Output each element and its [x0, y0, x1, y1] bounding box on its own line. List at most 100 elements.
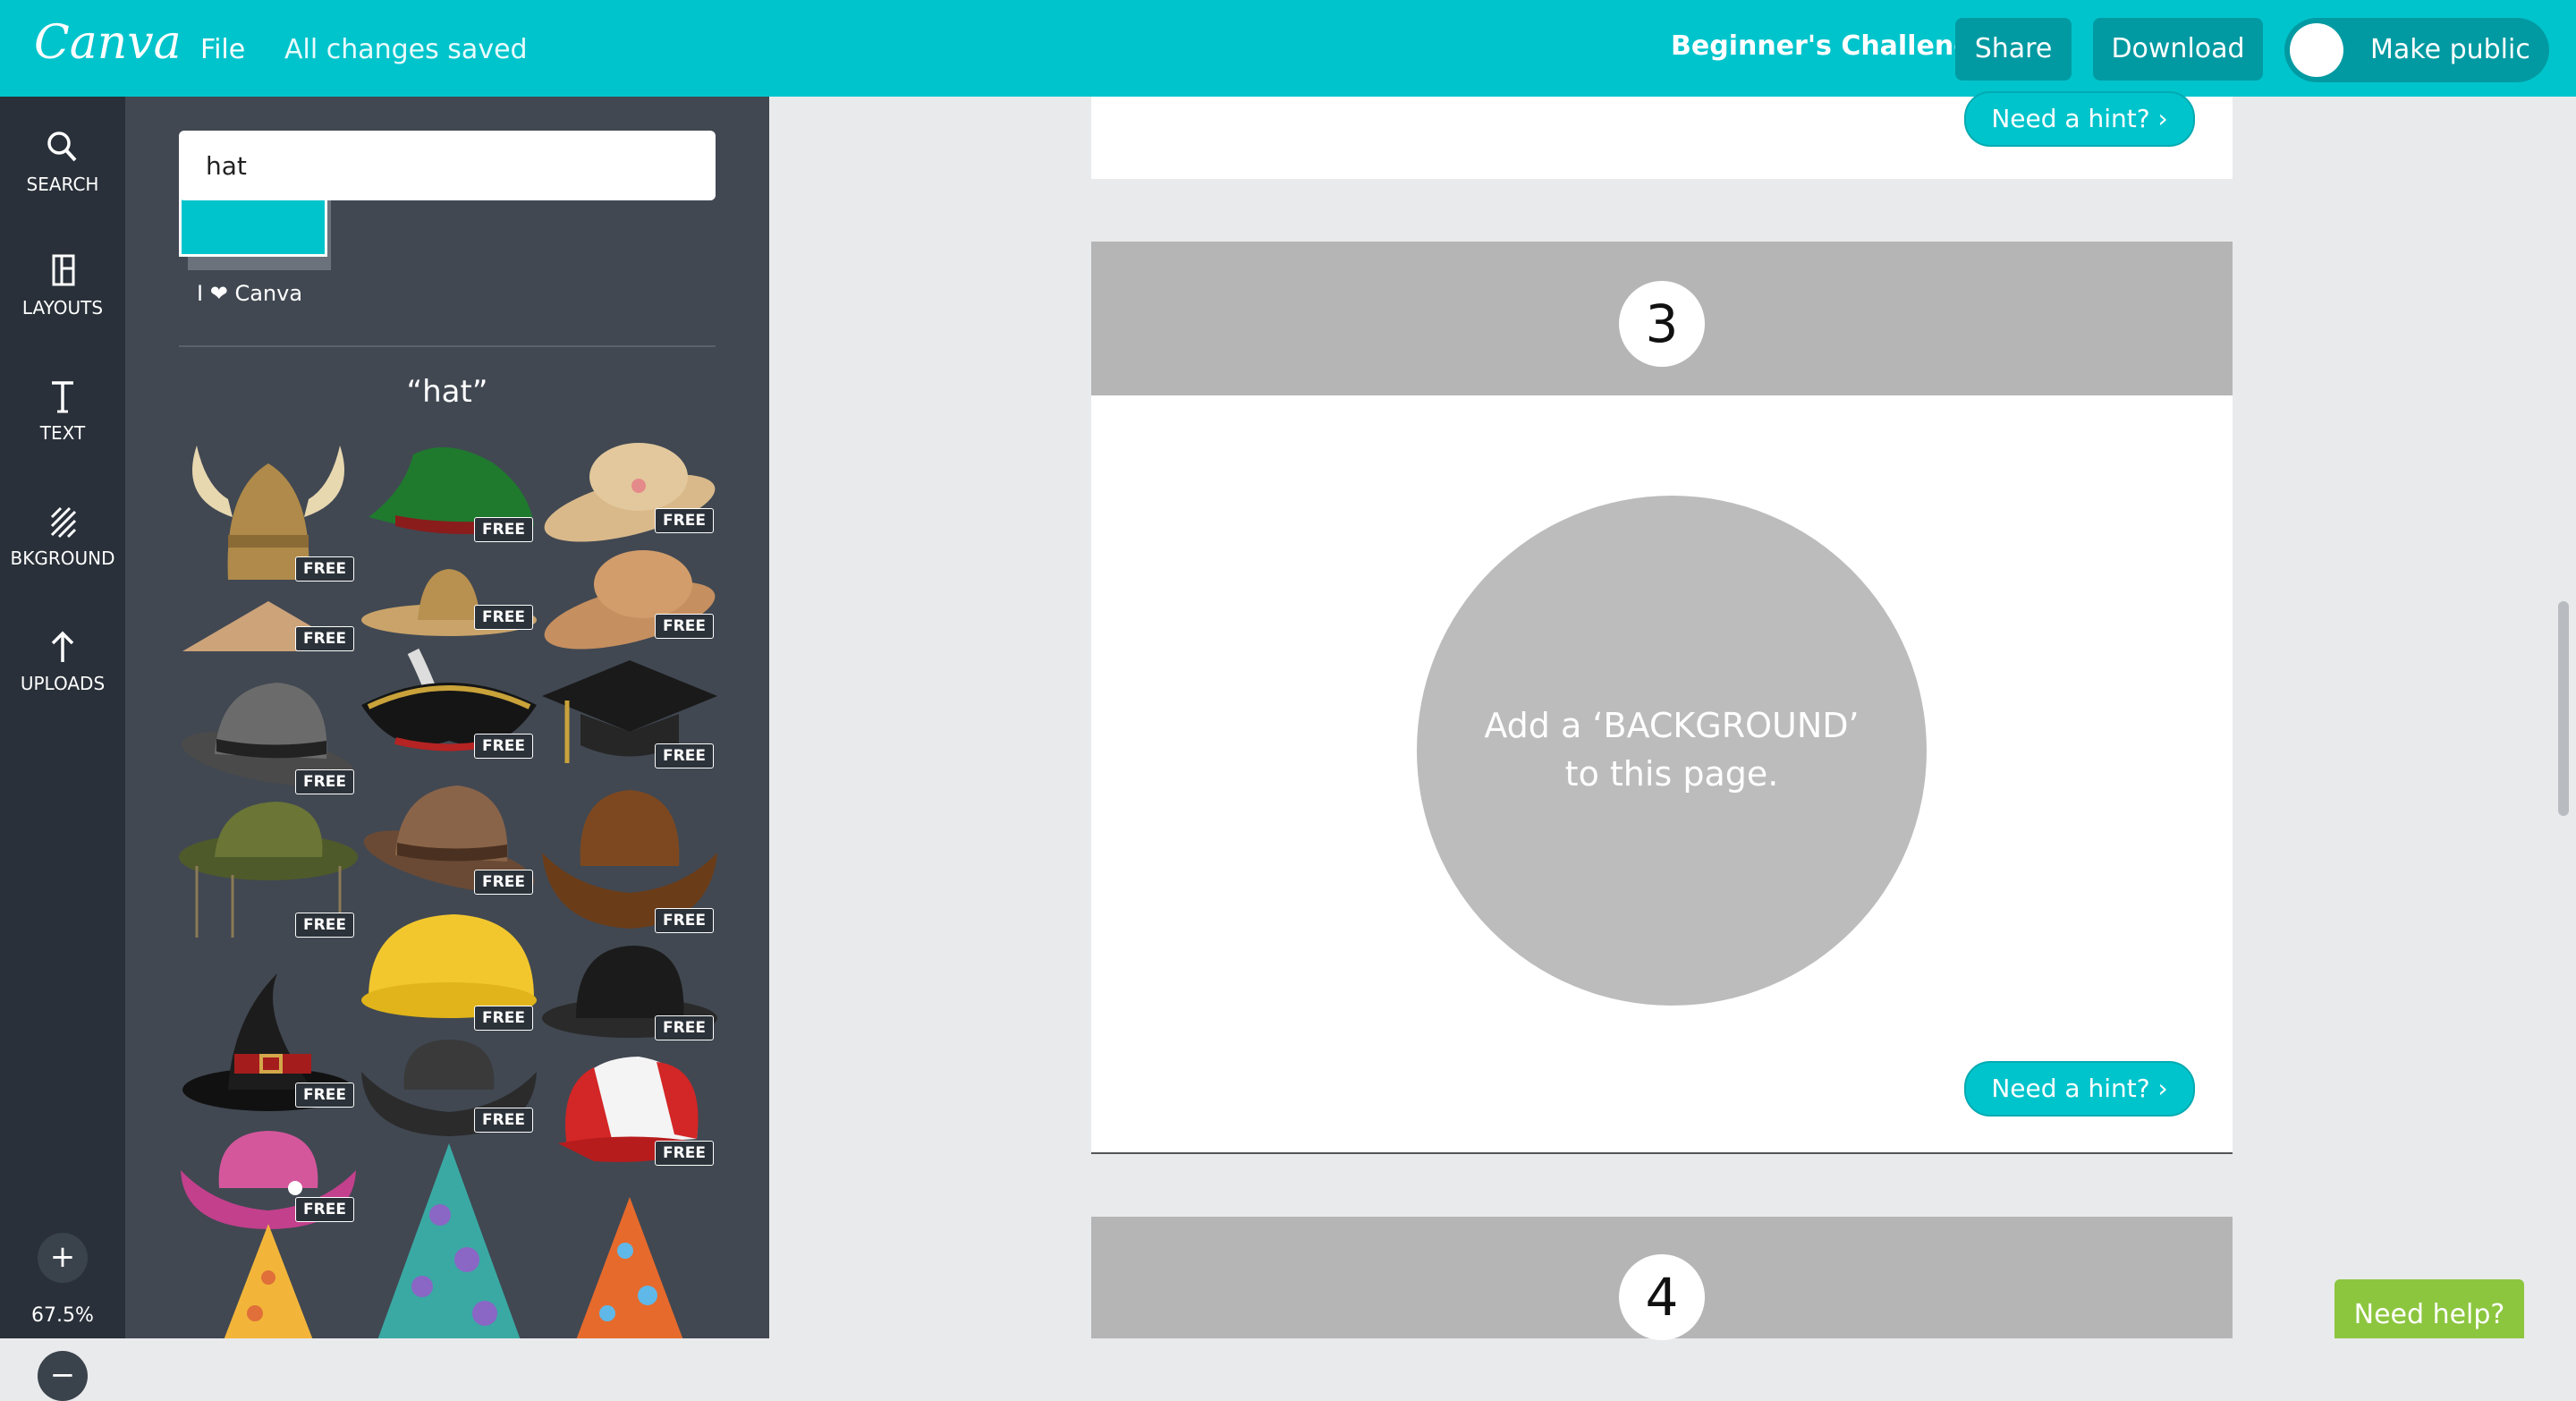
search-box[interactable]	[179, 131, 716, 200]
free-badge: FREE	[295, 1083, 354, 1108]
rail-item-search[interactable]: SEARCH	[0, 123, 125, 195]
free-badge: FREE	[295, 913, 354, 938]
upload-icon	[0, 623, 125, 673]
background-instruction: Add a ‘BACKGROUND’ to this page.	[1470, 701, 1873, 798]
hint-label: Need a hint?	[1991, 1074, 2150, 1103]
instruction-line-2: to this page.	[1564, 754, 1779, 794]
page-divider	[1091, 1152, 2233, 1154]
free-badge: FREE	[295, 1197, 354, 1222]
green-feather-hat-item[interactable]: FREE	[360, 437, 538, 556]
need-help-button[interactable]: Need help?	[2334, 1279, 2524, 1338]
instruction-line-1: Add a ‘BACKGROUND’	[1484, 706, 1860, 745]
yellow-party-hat-item[interactable]	[215, 1224, 322, 1338]
background-icon	[0, 497, 125, 548]
cowboy-black-item[interactable]: FREE	[360, 1036, 538, 1147]
free-badge: FREE	[655, 508, 714, 533]
graduation-cap-item[interactable]: FREE	[540, 656, 719, 785]
zoom-level: 67.5%	[31, 1304, 94, 1327]
heart-icon: ❤	[209, 281, 228, 306]
rail-label-text: TEXT	[39, 422, 86, 444]
baseball-cap-item[interactable]: FREE	[540, 1049, 719, 1178]
thumbnail-caption: I ❤ Canva	[197, 281, 302, 306]
hint-label: Need a hint?	[1991, 104, 2150, 133]
page-4-header: 4	[1091, 1217, 2233, 1340]
free-badge: FREE	[655, 743, 714, 768]
share-button[interactable]: Share	[1955, 18, 2072, 81]
free-badge: FREE	[474, 605, 533, 630]
page-3: 3 Add a ‘BACKGROUND’ to this page. Need …	[1091, 242, 2233, 1154]
make-public-toggle[interactable]: Make public	[2284, 18, 2549, 82]
straw-sunhat-item[interactable]: FREE	[540, 437, 719, 548]
bowler-hat-item[interactable]: FREE	[540, 942, 719, 1053]
pirate-tricorn-item[interactable]: FREE	[360, 642, 538, 771]
fedora-gray-item[interactable]: FREE	[179, 669, 358, 798]
teal-party-hat-item[interactable]	[360, 1143, 538, 1338]
search-icon	[0, 123, 125, 174]
viking-helmet-item[interactable]: FREE	[179, 437, 358, 592]
page-number-3: 3	[1619, 281, 1705, 367]
page-number-4: 4	[1619, 1254, 1705, 1340]
rail-label-search: SEARCH	[26, 174, 99, 195]
free-badge: FREE	[474, 1006, 533, 1031]
pink-cowboy-hat-item[interactable]: FREE	[179, 1125, 358, 1236]
layouts-icon	[0, 247, 125, 297]
free-badge: FREE	[474, 870, 533, 895]
party-hat-icon	[576, 1197, 683, 1338]
text-icon	[0, 372, 125, 422]
hat-results-grid: FREE FREE FREE FREE FREE FREE FREE FREE …	[179, 437, 719, 1338]
free-badge: FREE	[655, 1141, 714, 1166]
zoom-out-button[interactable]: −	[38, 1351, 88, 1401]
top-bar: Canva File All changes saved Beginner's …	[0, 0, 2576, 97]
hard-hat-item[interactable]: FREE	[360, 909, 538, 1038]
file-menu-button[interactable]: File	[200, 34, 245, 65]
free-badge: FREE	[295, 626, 354, 651]
sombrero-icon	[361, 569, 537, 636]
chevron-right-icon: ›	[2157, 104, 2168, 133]
party-hat-icon	[224, 1224, 313, 1338]
page-4: 4	[1091, 1217, 2233, 1340]
free-badge: FREE	[295, 769, 354, 794]
free-badge: FREE	[655, 614, 714, 639]
project-title[interactable]: Beginner's Challenge	[1671, 30, 1991, 62]
results-title: “hat”	[406, 374, 488, 410]
need-hint-button[interactable]: Need a hint? ›	[1964, 91, 2195, 147]
witch-hat-item[interactable]: FREE	[179, 964, 358, 1120]
rail-label-layouts: LAYOUTS	[21, 297, 104, 318]
search-input[interactable]	[204, 150, 691, 182]
brown-sunhat-item[interactable]: FREE	[540, 544, 719, 655]
page-2-bottom: Need a hint? ›	[1091, 91, 2233, 179]
party-hat-icon	[377, 1143, 521, 1338]
brown-fedora-item[interactable]: FREE	[360, 777, 538, 905]
toggle-knob[interactable]	[2290, 23, 2343, 77]
rail-item-layouts[interactable]: LAYOUTS	[0, 247, 125, 318]
free-badge: FREE	[295, 556, 354, 582]
rail-label-uploads: UPLOADS	[20, 673, 106, 694]
panel-divider	[179, 345, 716, 347]
free-badge: FREE	[474, 517, 533, 542]
page-3-header: 3	[1091, 242, 2233, 395]
scrollbar-thumb[interactable]	[2558, 601, 2569, 816]
explorer-hat-item[interactable]: FREE	[179, 794, 358, 950]
rail-item-text[interactable]: TEXT	[0, 372, 125, 444]
background-placeholder-circle[interactable]: Add a ‘BACKGROUND’ to this page.	[1417, 496, 1927, 1006]
canva-logo[interactable]: Canva	[34, 16, 182, 70]
rail-item-background[interactable]: BKGROUND	[0, 497, 125, 569]
free-badge: FREE	[474, 734, 533, 759]
left-rail: SEARCH LAYOUTS TEXT BKGROUND UPLOADS + 6…	[0, 97, 125, 1401]
save-status: All changes saved	[284, 34, 528, 65]
search-panel: I ❤ Canva “hat” FREE FREE	[125, 97, 769, 1338]
rail-item-uploads[interactable]: UPLOADS	[0, 623, 125, 694]
free-badge: FREE	[655, 1015, 714, 1040]
download-button[interactable]: Download	[2093, 18, 2263, 81]
sombrero-item[interactable]: FREE	[360, 562, 538, 646]
cowboy-brown-item[interactable]: FREE	[540, 781, 719, 937]
free-badge: FREE	[474, 1108, 533, 1133]
orange-party-hat-item[interactable]	[540, 1197, 719, 1338]
asian-conical-hat-item[interactable]: FREE	[179, 598, 358, 664]
chevron-right-icon: ›	[2157, 1074, 2168, 1103]
need-hint-button[interactable]: Need a hint? ›	[1964, 1061, 2195, 1117]
make-public-label: Make public	[2370, 34, 2530, 65]
zoom-in-button[interactable]: +	[38, 1233, 88, 1283]
caption-prefix: I	[197, 281, 204, 306]
caption-suffix: Canva	[234, 281, 303, 306]
